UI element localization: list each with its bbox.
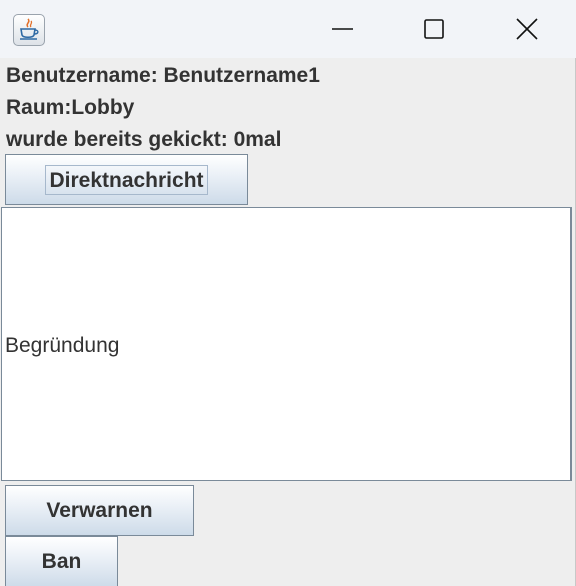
minimize-icon — [332, 28, 353, 30]
ban-button-label: Ban — [41, 550, 82, 573]
warn-button[interactable]: Verwarnen — [5, 485, 194, 536]
user-moderation-window: Benutzername: Benutzername1 Raum:Lobby w… — [0, 0, 576, 586]
room-label: Raum:Lobby — [6, 96, 135, 119]
close-icon — [516, 18, 538, 40]
ban-button[interactable]: Ban — [5, 536, 118, 586]
direct-message-button[interactable]: Direktnachricht — [5, 154, 248, 205]
title-bar[interactable] — [0, 0, 576, 58]
warn-button-label: Verwarnen — [46, 498, 153, 522]
minimize-button[interactable] — [319, 6, 365, 50]
direct-message-button-label: Direktnachricht — [45, 164, 208, 195]
close-button[interactable] — [503, 6, 549, 50]
reason-text: Begründung — [5, 334, 120, 357]
java-coffee-cup-icon — [13, 14, 45, 46]
maximize-button[interactable] — [410, 6, 456, 50]
kick-count-label: wurde bereits gekickt: 0mal — [6, 128, 282, 151]
maximize-icon — [424, 19, 444, 39]
username-label: Benutzername: Benutzername1 — [6, 64, 320, 87]
reason-text-area[interactable]: Begründung — [1, 207, 572, 481]
